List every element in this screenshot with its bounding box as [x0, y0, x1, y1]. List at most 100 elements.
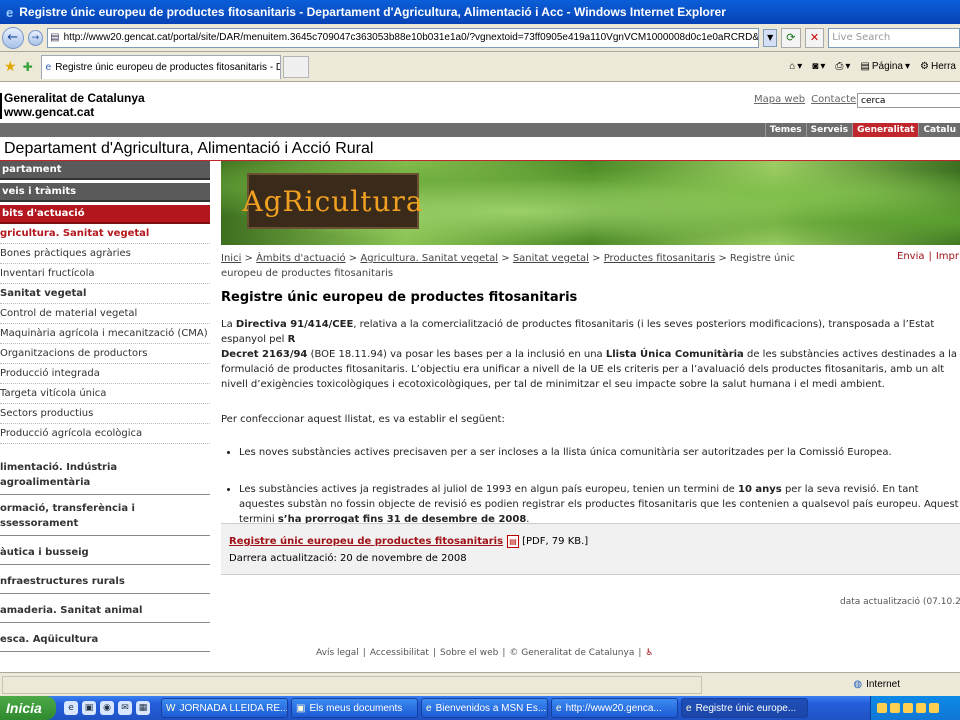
accessibility-icon[interactable]: ♿	[645, 648, 653, 658]
list-item: Les substàncies actives ja registrades a…	[239, 482, 960, 527]
folder-icon[interactable]: ▣	[82, 701, 96, 715]
ie-icon: e	[686, 702, 692, 714]
taskbar-item[interactable]: ▣ Els meus documents	[291, 698, 418, 718]
forward-button[interactable]: →	[27, 29, 44, 46]
tray-icon[interactable]	[890, 703, 900, 713]
tools-menu-label: Herra	[930, 61, 956, 72]
tools-menu[interactable]: ⚙ Herra	[920, 61, 956, 72]
sidebar-head-departament[interactable]: partament	[0, 161, 210, 180]
page-icon: ▤	[860, 61, 870, 72]
sidebar-item-agricultura[interactable]: gricultura. Sanitat vegetal	[0, 224, 210, 244]
sidebar-item[interactable]: Maquinària agrícola i mecanització (CMA)	[0, 324, 210, 344]
taskbar-item-active[interactable]: e Registre únic europe...	[681, 698, 808, 718]
sidebar-item[interactable]: Sectors productius	[0, 404, 210, 424]
back-button[interactable]: ←	[2, 26, 24, 49]
tray-icon[interactable]	[903, 703, 913, 713]
contact-link[interactable]: Contacte	[811, 94, 856, 105]
sidebar-cat[interactable]: esca. Aqüicultura	[0, 623, 210, 652]
sidebar-item[interactable]: Targeta vitícola única	[0, 384, 210, 404]
footer-link[interactable]: Sobre el web	[440, 648, 498, 658]
taskbar: Inicia e ▣ ◉ ✉ ▦ W JORNADA LLEIDA RE... ▣ Els …	[0, 696, 960, 720]
sidebar-cat[interactable]: nfraestructures rurals	[0, 565, 210, 594]
taskbar-item[interactable]: W JORNADA LLEIDA RE...	[161, 698, 288, 718]
tray-icon[interactable]	[916, 703, 926, 713]
breadcrumb-link[interactable]: Productes fitosanitaris	[604, 253, 715, 264]
breadcrumb-link[interactable]: Àmbits d'actuació	[256, 253, 346, 264]
outlook-icon[interactable]: ✉	[118, 701, 132, 715]
tray-icon[interactable]	[877, 703, 887, 713]
last-updated: Darrera actualització: 20 de novembre de…	[229, 553, 467, 564]
media-icon[interactable]: ◉	[100, 701, 114, 715]
sidebar-head-serveis[interactable]: veis i tràmits	[0, 183, 210, 202]
breadcrumb-link[interactable]: Agricultura. Sanitat vegetal	[360, 253, 498, 264]
top-nav-item[interactable]: Catalu	[918, 123, 960, 137]
page-icon: ▤	[50, 32, 60, 43]
sidebar-item[interactable]: Organitzacions de productors	[0, 344, 210, 364]
breadcrumb-link[interactable]: Sanitat vegetal	[513, 253, 589, 264]
forward-arrow-icon: →	[31, 32, 40, 43]
command-bar: ⌂ ▾ ◙ ▾ ⎙ ▾ ▤ Página ▾ ⚙ Herra	[789, 61, 960, 72]
address-bar[interactable]: ▤ http://www20.gencat.cat/portal/site/DAR…	[47, 27, 760, 48]
print-button[interactable]: ⎙ ▾	[835, 61, 850, 72]
sidebar-item[interactable]: Bones pràctiques agràries	[0, 244, 210, 264]
download-link[interactable]: Registre únic europeu de productes fitos…	[229, 536, 503, 547]
top-nav-item[interactable]: Serveis	[805, 123, 852, 137]
address-dropdown-button[interactable]: ▼	[763, 28, 778, 47]
live-search-input[interactable]: Live Search	[828, 27, 960, 48]
word-icon: W	[166, 702, 176, 714]
refresh-button[interactable]: ⟳	[781, 27, 801, 48]
article-list: Les noves substàncies actives precisaven…	[239, 445, 960, 527]
sidebar-item[interactable]: Control de material vegetal	[0, 304, 210, 324]
feeds-button[interactable]: ◙ ▾	[812, 61, 825, 72]
taskbar-item-label: Registre únic europe...	[695, 702, 797, 714]
taskbar-item-label: Els meus documents	[309, 702, 403, 714]
sidebar-cat[interactable]: limentació. Indústria agroalimentària	[0, 454, 210, 495]
page-menu[interactable]: ▤ Página ▾	[860, 61, 910, 72]
ie-icon: e	[556, 702, 562, 714]
top-nav-item[interactable]: Temes	[764, 123, 806, 137]
tab-bar: ★ ✚ e Registre únic europeu de productes …	[0, 52, 960, 82]
tab-favicon-icon: e	[45, 61, 52, 73]
sidebar-cat[interactable]: àutica i busseig	[0, 536, 210, 565]
top-nav-item-active[interactable]: Generalitat	[852, 123, 919, 137]
sidebar-item[interactable]: Producció integrada	[0, 364, 210, 384]
pdf-icon: ▤	[507, 534, 520, 548]
date-update: data actualització (07.10.2	[840, 597, 960, 607]
home-icon: ⌂	[789, 61, 796, 72]
footer-link[interactable]: Accessibilitat	[370, 648, 429, 658]
window-title-bar: e Registre únic europeu de productes fit…	[0, 0, 960, 24]
print-link[interactable]: Imprim	[936, 251, 960, 262]
footer-copyright: © Generalitat de Catalunya	[509, 648, 635, 658]
tray-icon[interactable]	[929, 703, 939, 713]
breadcrumb-link[interactable]: Inici	[221, 253, 241, 264]
sidebar-item-sanitat-vegetal[interactable]: Sanitat vegetal	[0, 284, 210, 304]
send-link[interactable]: Envia	[897, 251, 924, 262]
start-button[interactable]: Inicia	[0, 696, 56, 720]
app-icon[interactable]: ▦	[136, 701, 150, 715]
stop-button[interactable]: ✕	[804, 27, 825, 48]
internet-zone-label: Internet	[866, 679, 900, 690]
taskbar-item[interactable]: e Bienvenidos a MSN Es...	[421, 698, 548, 718]
add-favorites-icon[interactable]: ✚	[23, 60, 33, 74]
sidebar-head-ambits[interactable]: bits d'actuació	[0, 205, 210, 224]
new-tab-button[interactable]	[282, 55, 309, 78]
taskbar-item[interactable]: e http://www20.genca...	[551, 698, 678, 718]
sidebar-cat[interactable]: amaderia. Sanitat animal	[0, 594, 210, 623]
browser-tab-active[interactable]: e Registre únic europeu de productes fito…	[40, 54, 281, 79]
footer-link[interactable]: Avís legal	[316, 648, 359, 658]
sidebar-item[interactable]: Inventari fructícola	[0, 264, 210, 284]
sidebar-cat[interactable]: ormació, transferència i ssessorament	[0, 495, 210, 536]
sidebar-item[interactable]: Producció agrícola ecològica	[0, 424, 210, 444]
site-search-input[interactable]: cerca	[857, 93, 960, 108]
gear-icon: ⚙	[920, 61, 929, 72]
download-meta: [PDF, 79 KB.]	[522, 536, 589, 547]
chevron-down-icon: ▼	[767, 33, 774, 42]
text: R	[287, 334, 296, 345]
feed-icon: ◙	[812, 61, 819, 72]
home-button[interactable]: ⌂ ▾	[789, 61, 802, 72]
ie-icon[interactable]: e	[64, 701, 78, 715]
site-map-link[interactable]: Mapa web	[754, 94, 805, 105]
department-title: Departament d'Agricultura, Alimentació i…	[4, 140, 374, 157]
gencat-logo[interactable]: Generalitat de Catalunya www.gencat.cat	[0, 91, 145, 119]
favorites-star-icon[interactable]: ★	[4, 59, 17, 75]
